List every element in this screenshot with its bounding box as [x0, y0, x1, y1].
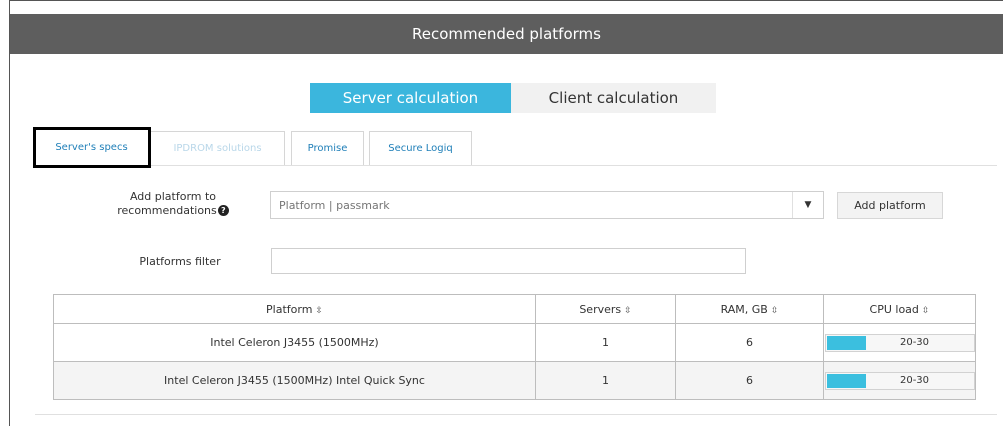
platform-cell: Intel Celeron J3455 (1500MHz) Intel Quic…: [53, 361, 536, 400]
ram-cell: 6: [675, 323, 824, 362]
add-platform-label-line2: recommendations?: [78, 204, 268, 218]
tab-promise[interactable]: Promise: [291, 131, 364, 165]
annotation-highlight-box: [33, 127, 151, 168]
cpu-load-value: 20-30: [899, 374, 930, 386]
add-platform-label: Add platform to recommendations?: [78, 190, 268, 218]
sort-icon[interactable]: ⇳: [771, 306, 779, 316]
cpu-load-cell: 20-30: [823, 323, 976, 362]
platform-cell: Intel Celeron J3455 (1500MHz): [53, 323, 536, 362]
add-platform-button[interactable]: Add platform: [837, 192, 943, 219]
tab-ipdrom-solutions[interactable]: IPDROM solutions: [150, 131, 285, 165]
calculation-mode-toggle: Server calculation Client calculation: [310, 83, 716, 113]
platforms-table: Platform ⇳ Servers ⇳ RAM, GB ⇳ CPU load ⇳ In…: [53, 294, 976, 400]
platforms-filter-label: Platforms filter: [139, 255, 221, 268]
column-header-servers[interactable]: Servers ⇳: [535, 294, 676, 324]
question-circle-icon[interactable]: ?: [217, 205, 229, 216]
column-header-platform[interactable]: Platform ⇳: [53, 294, 536, 324]
sort-icon[interactable]: ⇳: [315, 306, 323, 316]
platforms-filter-input[interactable]: [271, 248, 746, 274]
column-header-ram[interactable]: RAM, GB ⇳: [675, 294, 824, 324]
add-platform-label-line1: Add platform to: [129, 190, 217, 203]
cpu-load-bar: 20-30: [824, 333, 975, 352]
servers-cell: 1: [535, 323, 676, 362]
servers-cell: 1: [535, 361, 676, 400]
platform-select[interactable]: ▼: [270, 191, 824, 219]
caret-down-icon[interactable]: ▼: [792, 192, 823, 218]
ram-cell: 6: [675, 361, 824, 400]
cpu-load-value: 20-30: [899, 336, 930, 348]
client-calculation-button[interactable]: Client calculation: [511, 83, 716, 113]
table-row[interactable]: Intel Celeron J3455 (1500MHz) 1 6 20-30: [53, 323, 976, 362]
platform-search-input[interactable]: [271, 192, 797, 218]
server-calculation-button[interactable]: Server calculation: [310, 83, 511, 113]
tab-divider: [35, 165, 997, 166]
window-title: Recommended platforms: [10, 14, 1003, 54]
table-row[interactable]: Intel Celeron J3455 (1500MHz) Intel Quic…: [53, 361, 976, 400]
table-header-row: Platform ⇳ Servers ⇳ RAM, GB ⇳ CPU load ⇳: [53, 294, 976, 324]
cpu-load-cell: 20-30: [823, 361, 976, 400]
column-header-cpu-load[interactable]: CPU load ⇳: [823, 294, 976, 324]
sort-icon[interactable]: ⇳: [922, 306, 930, 316]
sort-icon[interactable]: ⇳: [624, 306, 632, 316]
tab-secure-logiq[interactable]: Secure Logiq: [369, 131, 472, 165]
footer-divider: [35, 414, 997, 415]
cpu-load-bar: 20-30: [824, 371, 975, 390]
